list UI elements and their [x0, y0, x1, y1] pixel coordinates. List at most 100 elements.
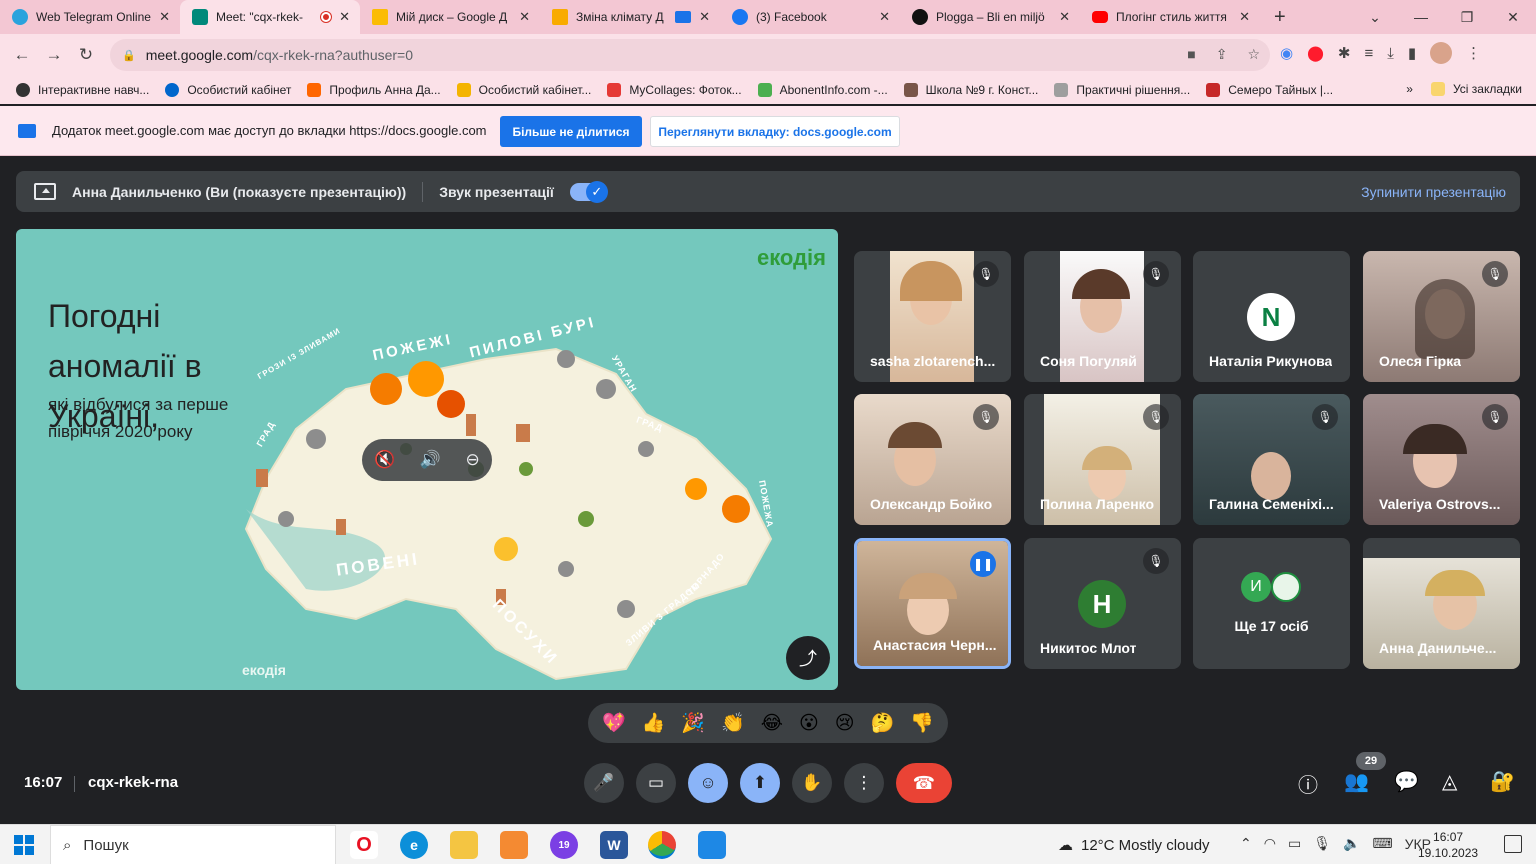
all-bookmarks-button[interactable]: Усі закладки [1430, 82, 1522, 96]
remove-icon[interactable]: ⊖ [466, 450, 480, 470]
chat-button[interactable]: 💬 [1394, 769, 1419, 794]
mute-presentation-icon[interactable]: 🔇 [374, 450, 395, 470]
keyboard-icon[interactable]: ⌨ [1372, 835, 1392, 852]
meeting-info-button[interactable]: ⓘ [1298, 769, 1318, 798]
tab-search-icon[interactable]: ⌄ [1352, 9, 1398, 26]
reaction-clap[interactable]: 👏 [721, 711, 745, 735]
close-tab-icon[interactable]: ✕ [159, 9, 170, 25]
tab-youtube[interactable]: Плогінг стиль життя ✕ [1080, 0, 1260, 34]
bookmark-item[interactable]: Практичні рішення... [1054, 83, 1190, 97]
camera-in-use-icon[interactable]: ■ [1187, 46, 1195, 63]
reactions-button[interactable]: ☺ [688, 763, 728, 803]
bookmark-item[interactable]: Особистий кабінет [165, 83, 291, 97]
photos-taskbar-icon[interactable] [698, 831, 726, 859]
restore-icon[interactable]: ❐ [1444, 9, 1490, 26]
viber-taskbar-icon[interactable]: 19 [550, 831, 578, 859]
back-icon[interactable]: ← [6, 45, 38, 65]
taskbar-search[interactable]: ⌕ Пошук [50, 825, 336, 864]
wifi-icon[interactable]: ◠ [1264, 835, 1276, 852]
microphone-button[interactable]: 🎤 [584, 763, 624, 803]
raise-hand-button[interactable]: ✋ [792, 763, 832, 803]
mic-icon[interactable]: 🎙 [1313, 835, 1331, 852]
reload-icon[interactable]: ↻ [70, 45, 102, 65]
notifications-icon[interactable] [1504, 835, 1522, 853]
new-tab-button[interactable]: + [1274, 6, 1286, 29]
media-controls-icon[interactable]: ≡ [1364, 45, 1373, 62]
speaker-icon[interactable]: 🔈 [1343, 835, 1360, 852]
profile-avatar[interactable] [1430, 42, 1453, 64]
download-icon[interactable]: ⤓ [1387, 45, 1394, 62]
bookmark-item[interactable]: Інтерактивне навч... [16, 83, 149, 97]
stop-sharing-button[interactable]: Більше не ділитися [500, 116, 642, 147]
chrome-taskbar-icon[interactable] [648, 831, 676, 859]
tab-climate-doc[interactable]: Зміна клімату Д ✕ [540, 0, 720, 34]
extensions-icon[interactable]: ✱ [1338, 44, 1351, 62]
people-button[interactable]: 👥 [1344, 769, 1369, 794]
battery-icon[interactable]: ▭ [1288, 835, 1301, 852]
opera-icon[interactable]: ⬤ [1307, 44, 1324, 62]
activities-button[interactable]: ◬ [1442, 769, 1457, 794]
more-participants-tile[interactable]: И Ще 17 осіб [1193, 538, 1350, 669]
google-lens-icon[interactable]: ◉ [1280, 44, 1293, 62]
bookmark-item[interactable]: AbonentInfo.com -... [757, 83, 888, 97]
share-page-icon[interactable]: ⇪ [1216, 46, 1228, 63]
close-tab-icon[interactable]: ✕ [339, 9, 350, 25]
close-tab-icon[interactable]: ✕ [699, 9, 710, 25]
participant-tile[interactable]: 🎙 sasha zlotarench... [854, 251, 1011, 382]
participant-tile[interactable]: 🎙 Полина Ларенко [1024, 394, 1181, 525]
forward-icon[interactable]: → [38, 45, 70, 65]
reaction-thinking[interactable]: 🤔 [871, 711, 895, 735]
volume-icon[interactable]: 🔊 [420, 450, 441, 470]
url-input[interactable]: 🔒 meet.google.com/cqx-rkek-rna?authuser=… [110, 39, 1270, 71]
bookmark-star-icon[interactable]: ☆ [1247, 46, 1260, 63]
reaction-sad[interactable]: 😢 [835, 712, 855, 735]
close-tab-icon[interactable]: ✕ [879, 9, 890, 25]
leave-call-button[interactable]: ☎ [896, 763, 952, 803]
close-window-icon[interactable]: ✕ [1490, 9, 1536, 26]
reaction-laugh[interactable]: 😂 [761, 712, 783, 735]
participant-tile[interactable]: Н 🎙 Никитос Млот [1024, 538, 1181, 669]
menu-icon[interactable]: ⋮ [1466, 44, 1481, 62]
reaction-thumbs-down[interactable]: 👎 [910, 711, 934, 735]
participant-tile[interactable]: N Наталія Рикунова [1193, 251, 1350, 382]
reaction-party[interactable]: 🎉 [681, 711, 705, 735]
file-explorer-icon[interactable] [450, 831, 478, 859]
participant-tile[interactable]: 🎙 Valeriya Ostrovs... [1363, 394, 1520, 525]
tab-telegram[interactable]: Web Telegram Online ✕ [0, 0, 180, 34]
bookmark-item[interactable]: Профиль Анна Да... [307, 83, 441, 97]
bookmarks-overflow-button[interactable]: » [1406, 82, 1413, 96]
share-icon[interactable]: ⤴ [786, 636, 830, 680]
reaction-heart[interactable]: 💖 [602, 711, 626, 735]
host-controls-button[interactable]: 🔐 [1490, 769, 1515, 794]
close-tab-icon[interactable]: ✕ [519, 9, 530, 25]
camera-button[interactable]: ▭ [636, 763, 676, 803]
tab-meet[interactable]: Meet: "cqx-rkek- ✕ [180, 0, 360, 34]
participant-tile[interactable]: 🎙 Олександр Бойко [854, 394, 1011, 525]
participant-tile[interactable]: 🎙 Галина Семеніхі... [1193, 394, 1350, 525]
bookmark-item[interactable]: MyCollages: Фоток... [607, 83, 742, 97]
close-tab-icon[interactable]: ✕ [1059, 9, 1070, 25]
view-tab-button[interactable]: Переглянути вкладку: docs.google.com [650, 116, 900, 147]
stop-presenting-button[interactable]: Зупинити презентацію [1361, 184, 1506, 200]
participant-tile[interactable]: Анна Данильче... [1363, 538, 1520, 669]
app-taskbar-icon[interactable] [500, 831, 528, 859]
weather-widget[interactable]: ☁ 12°C Mostly cloudy [1058, 836, 1210, 855]
word-taskbar-icon[interactable]: W [600, 831, 628, 859]
presentation-audio-toggle[interactable]: ✓ [569, 180, 608, 203]
start-button[interactable] [14, 835, 34, 855]
reaction-thumbs-up[interactable]: 👍 [642, 711, 666, 735]
tab-google-drive[interactable]: Мій диск – Google Д ✕ [360, 0, 540, 34]
more-options-button[interactable]: ⋮ [844, 763, 884, 803]
participant-tile-speaking[interactable]: ❚❚ Анастасия Черн... [854, 538, 1011, 669]
tab-facebook[interactable]: (3) Facebook ✕ [720, 0, 900, 34]
taskbar-clock[interactable]: 16:07 19.10.2023 [1418, 829, 1478, 861]
bookmark-item[interactable]: Школа №9 г. Конст... [903, 83, 1038, 97]
minimize-icon[interactable]: — [1398, 9, 1444, 25]
participant-tile[interactable]: 🎙 Соня Погуляй [1024, 251, 1181, 382]
participant-tile[interactable]: 🎙 Олеся Гірка [1363, 251, 1520, 382]
reaction-surprised[interactable]: 😮 [799, 712, 819, 735]
tab-plogga[interactable]: Plogga – Bli en miljö ✕ [900, 0, 1080, 34]
chevron-up-icon[interactable]: ⌃ [1240, 835, 1252, 852]
edge-taskbar-icon[interactable]: e [400, 831, 428, 859]
opera-taskbar-icon[interactable]: O [350, 831, 378, 859]
